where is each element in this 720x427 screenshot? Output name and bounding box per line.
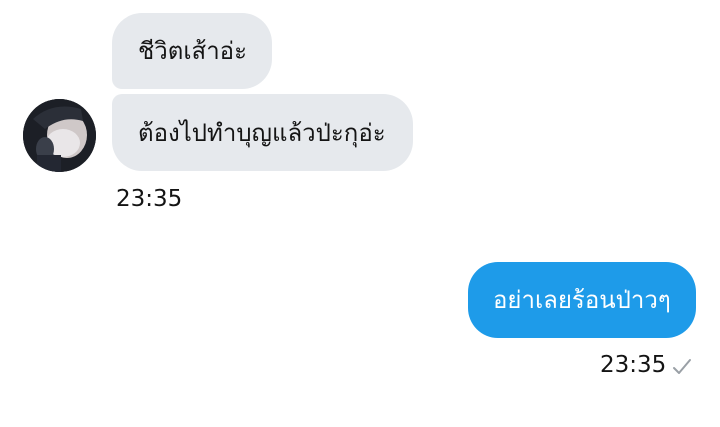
message-text: อย่าเลยร้อนป่าวๆ [493, 286, 671, 314]
incoming-timestamp: 23:35 [116, 186, 183, 212]
avatar-photo-icon [23, 99, 96, 172]
chat-thread: ชีวิตเส้าอ่ะ ต้องไปทำบุญแล้วป่ะกุอ่ะ 23:… [0, 0, 720, 427]
incoming-message-bubble[interactable]: ชีวิตเส้าอ่ะ [112, 13, 272, 89]
contact-avatar[interactable] [23, 99, 96, 172]
check-icon [673, 359, 691, 374]
outgoing-message-bubble[interactable]: อย่าเลยร้อนป่าวๆ [468, 262, 696, 338]
outgoing-timestamp: 23:35 [600, 352, 667, 378]
message-text: ต้องไปทำบุญแล้วป่ะกุอ่ะ [138, 118, 386, 147]
message-text: ชีวิตเส้าอ่ะ [138, 37, 247, 65]
incoming-message-bubble[interactable]: ต้องไปทำบุญแล้วป่ะกุอ่ะ [112, 94, 413, 171]
